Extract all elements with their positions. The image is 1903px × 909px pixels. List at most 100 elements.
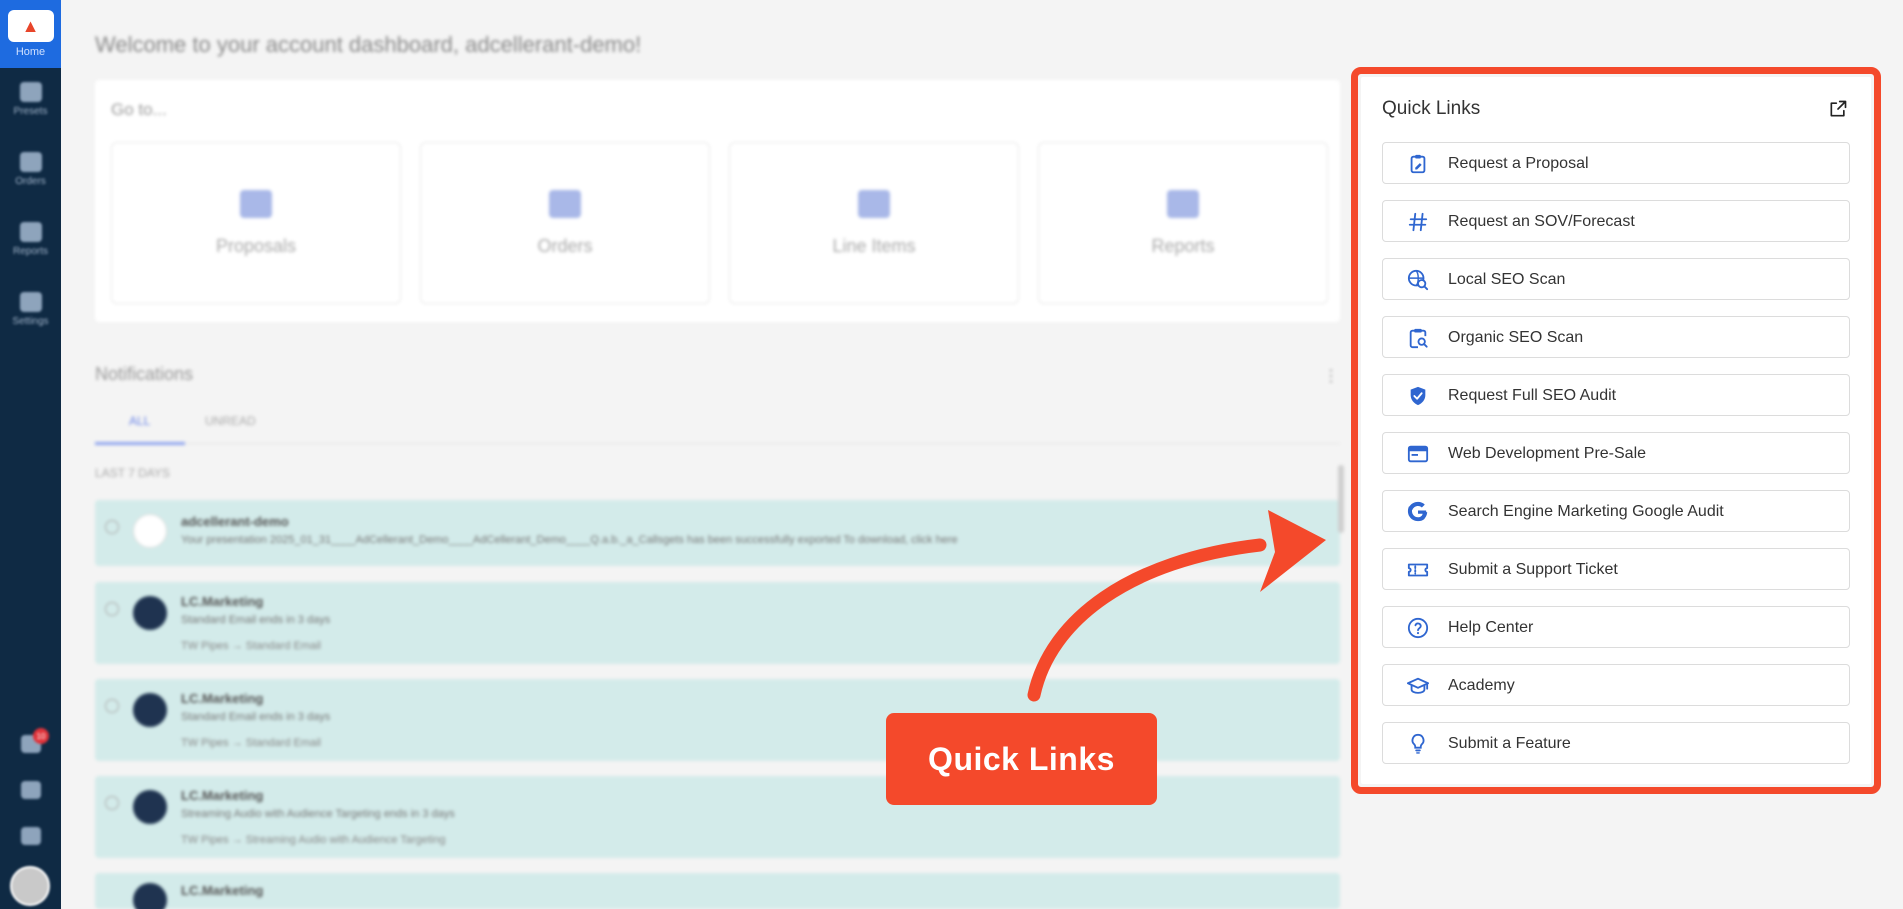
notification-sender: LC.Marketing (181, 788, 264, 803)
quick-link-label: Organic SEO Scan (1448, 329, 1584, 346)
avatar (133, 693, 167, 727)
google-icon (1407, 501, 1428, 522)
quick-link-submit-feature[interactable]: Submit a Feature (1382, 722, 1850, 764)
section-label: LAST 7 DAYS (95, 466, 170, 480)
quick-link-label: Request an SOV/Forecast (1448, 213, 1635, 230)
hash-icon (1408, 212, 1428, 232)
quick-link-web-dev-presale[interactable]: Web Development Pre-Sale (1382, 432, 1850, 474)
folder-icon (19, 221, 42, 242)
lightbulb-icon (1411, 733, 1425, 754)
page-title: Welcome to your account dashboard, adcel… (95, 32, 642, 57)
quick-link-organic-seo-scan[interactable]: Organic SEO Scan (1382, 316, 1850, 358)
notifications-bell-button[interactable]: 10 (0, 724, 61, 764)
clipboard-icon (19, 151, 42, 172)
graduation-cap-icon (1407, 677, 1429, 694)
browser-window-icon (1407, 445, 1429, 463)
chat-button[interactable] (0, 770, 61, 810)
sidebar-item-label: Reports (12, 245, 48, 257)
notification-sender: LC.Marketing (181, 883, 264, 898)
goto-card-label: Line Items (832, 235, 916, 256)
globe-search-icon (1407, 269, 1429, 291)
ticket-icon (1407, 563, 1429, 577)
quick-links-title: Quick Links (1382, 98, 1481, 119)
notification-text: Streaming Audio with Audience Targeting … (181, 808, 455, 820)
chat-icon (20, 781, 41, 799)
sidebar-item-reports[interactable]: Reports (0, 208, 61, 270)
notification-sender: adcellerant-demo (181, 514, 289, 529)
goto-card-proposals[interactable]: Proposals (111, 142, 401, 304)
sidebar-item-presets[interactable]: Presets (0, 68, 61, 130)
quick-link-academy[interactable]: Academy (1382, 664, 1850, 706)
notification-count-badge: 10 (33, 728, 49, 744)
quick-link-label: Web Development Pre-Sale (1448, 445, 1647, 462)
quick-link-sem-google-audit[interactable]: Search Engine Marketing Google Audit (1382, 490, 1850, 532)
sidebar-item-orders[interactable]: Orders (0, 138, 61, 200)
scrollbar[interactable] (1338, 465, 1344, 533)
open-external-icon[interactable] (1828, 99, 1848, 119)
newspaper-icon (20, 827, 41, 845)
goto-card-line-items[interactable]: Line Items (729, 142, 1019, 304)
notifications-title: Notifications (95, 364, 194, 384)
notification-row[interactable]: adcellerant-demo Your presentation 2025_… (95, 500, 1340, 566)
sidebar-item-settings[interactable]: Settings (0, 278, 61, 340)
read-toggle[interactable] (105, 602, 119, 616)
quick-link-full-seo-audit[interactable]: Request Full SEO Audit (1382, 374, 1850, 416)
tab-unread[interactable]: UNREAD (205, 414, 256, 428)
tag-icon (19, 81, 42, 102)
quick-link-support-ticket[interactable]: Submit a Support Ticket (1382, 548, 1850, 590)
quick-link-local-seo-scan[interactable]: Local SEO Scan (1382, 258, 1850, 300)
notification-text: Standard Email ends in 3 days (181, 614, 331, 626)
notification-tabs: ALL UNREAD (95, 408, 1340, 445)
sidebar-item-label: Home (15, 46, 46, 58)
help-circle-icon (1407, 617, 1429, 639)
dashboard-main: Welcome to your account dashboard, adcel… (61, 0, 1351, 909)
quick-link-label: Submit a Feature (1448, 735, 1571, 752)
notification-text: Your presentation 2025_01_31____AdCeller… (181, 534, 958, 546)
more-vertical-icon[interactable]: ⋮ (1323, 366, 1339, 386)
news-button[interactable] (0, 816, 61, 856)
read-toggle[interactable] (105, 699, 119, 713)
goto-panel: Go to... Proposals Orders Line Items Rep… (95, 80, 1340, 322)
notification-row[interactable]: LC.Marketing Standard Email ends in 3 da… (95, 582, 1340, 664)
user-avatar[interactable] (10, 866, 50, 906)
notification-sender: LC.Marketing (181, 594, 264, 609)
quick-links-callout: Quick Links (886, 713, 1157, 805)
goto-card-orders[interactable]: Orders (420, 142, 710, 304)
quick-link-request-proposal[interactable]: Request a Proposal (1382, 142, 1850, 184)
goto-card-label: Proposals (215, 235, 297, 256)
goto-card-reports[interactable]: Reports (1038, 142, 1328, 304)
clipboard-icon (549, 189, 581, 218)
notification-text: Standard Email ends in 3 days (181, 711, 331, 723)
active-tab-indicator (95, 442, 185, 445)
notification-subtext: TW Pipes → Standard Email (181, 640, 321, 652)
goto-card-label: Orders (537, 235, 593, 256)
sidebar: ▲ Home Presets Orders Reports Settings 1… (0, 0, 61, 909)
avatar (133, 883, 167, 909)
read-toggle[interactable] (105, 796, 119, 810)
edit-clipboard-icon (1410, 154, 1426, 174)
avatar (133, 790, 167, 824)
quick-link-label: Request Full SEO Audit (1448, 387, 1617, 404)
settings-icon (19, 291, 42, 312)
sidebar-item-home[interactable]: ▲ Home (0, 0, 61, 68)
avatar (133, 514, 167, 548)
quick-link-help-center[interactable]: Help Center (1382, 606, 1850, 648)
proposals-icon (240, 189, 272, 218)
notification-subtext: TW Pipes → Streaming Audio with Audience… (181, 834, 446, 846)
goto-title: Go to... (111, 100, 167, 119)
sidebar-item-label: Orders (15, 175, 46, 187)
list-icon (858, 189, 890, 218)
notification-row[interactable]: LC.Marketing (95, 873, 1340, 909)
quick-link-label: Request a Proposal (1448, 155, 1589, 172)
bar-chart-icon (1167, 189, 1199, 218)
sidebar-item-label: Settings (12, 315, 49, 327)
clipboard-search-icon (1409, 328, 1428, 349)
notification-sender: LC.Marketing (181, 691, 264, 706)
read-toggle[interactable] (105, 520, 119, 534)
shield-check-icon (1410, 386, 1426, 406)
quick-link-sov-forecast[interactable]: Request an SOV/Forecast (1382, 200, 1850, 242)
quick-link-label: Help Center (1448, 619, 1534, 636)
quick-link-label: Academy (1448, 677, 1515, 694)
goto-card-label: Reports (1151, 235, 1215, 256)
tab-all[interactable]: ALL (129, 414, 150, 428)
